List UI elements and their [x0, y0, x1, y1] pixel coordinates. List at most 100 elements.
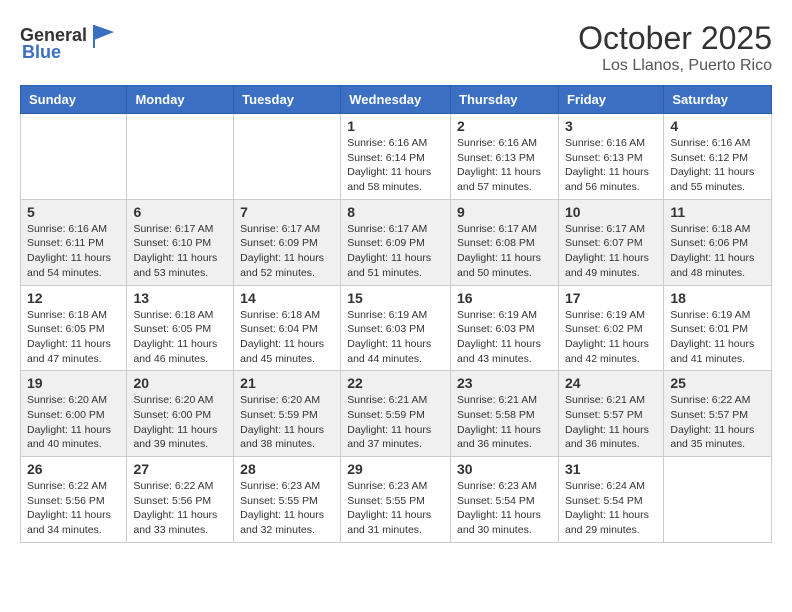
day-number: 12: [27, 290, 120, 306]
location-title: Los Llanos, Puerto Rico: [578, 57, 772, 75]
day-info: Sunrise: 6:17 AM Sunset: 6:07 PM Dayligh…: [565, 222, 657, 281]
weekday-header-friday: Friday: [558, 86, 663, 114]
day-info: Sunrise: 6:20 AM Sunset: 5:59 PM Dayligh…: [240, 393, 334, 452]
weekday-header-wednesday: Wednesday: [341, 86, 451, 114]
day-info: Sunrise: 6:19 AM Sunset: 6:02 PM Dayligh…: [565, 308, 657, 367]
calendar-day-cell: 1 Sunrise: 6:16 AM Sunset: 6:14 PM Daylig…: [341, 114, 451, 200]
day-info: Sunrise: 6:17 AM Sunset: 6:10 PM Dayligh…: [133, 222, 227, 281]
day-info: Sunrise: 6:24 AM Sunset: 5:54 PM Dayligh…: [565, 479, 657, 538]
day-number: 25: [670, 375, 765, 391]
calendar-day-cell: 19Sunrise: 6:20 AM Sunset: 6:00 PM Dayli…: [21, 371, 127, 457]
calendar-day-cell: 13 Sunrise: 6:18 AM Sunset: 6:05 PM Dayli…: [127, 285, 234, 371]
month-title: October 2025: [578, 20, 772, 57]
day-info: Sunrise: 6:19 AM Sunset: 6:01 PM Dayligh…: [670, 308, 765, 367]
calendar-day-cell: 15 Sunrise: 6:19 AM Sunset: 6:03 PM Dayli…: [341, 285, 451, 371]
title-section: October 2025 Los Llanos, Puerto Rico: [578, 20, 772, 75]
page-header: General Blue October 2025 Los Llanos, Pu…: [20, 20, 772, 75]
calendar-day-cell: 31 Sunrise: 6:24 AM Sunset: 5:54 PM Dayli…: [558, 457, 663, 543]
calendar-day-cell: 9 Sunrise: 6:17 AM Sunset: 6:08 PM Daylig…: [451, 199, 559, 285]
day-number: 30: [457, 461, 552, 477]
day-info: Sunrise: 6:20 AM Sunset: 6:00 PM Dayligh…: [27, 393, 120, 452]
day-info: Sunrise: 6:18 AM Sunset: 6:05 PM Dayligh…: [27, 308, 120, 367]
weekday-header-thursday: Thursday: [451, 86, 559, 114]
day-info: Sunrise: 6:22 AM Sunset: 5:56 PM Dayligh…: [27, 479, 120, 538]
calendar-day-cell: 18 Sunrise: 6:19 AM Sunset: 6:01 PM Dayli…: [664, 285, 772, 371]
day-info: Sunrise: 6:16 AM Sunset: 6:13 PM Dayligh…: [457, 136, 552, 195]
day-info: Sunrise: 6:18 AM Sunset: 6:06 PM Dayligh…: [670, 222, 765, 281]
day-info: Sunrise: 6:21 AM Sunset: 5:57 PM Dayligh…: [565, 393, 657, 452]
day-number: 1: [347, 118, 444, 134]
calendar-day-cell: 30Sunrise: 6:23 AM Sunset: 5:54 PM Dayli…: [451, 457, 559, 543]
calendar-day-cell: 28 Sunrise: 6:23 AM Sunset: 5:55 PM Dayli…: [234, 457, 341, 543]
day-info: Sunrise: 6:21 AM Sunset: 5:59 PM Dayligh…: [347, 393, 444, 452]
calendar-day-cell: 11Sunrise: 6:18 AM Sunset: 6:06 PM Dayli…: [664, 199, 772, 285]
calendar-week-row: 5 Sunrise: 6:16 AM Sunset: 6:11 PM Daylig…: [21, 199, 772, 285]
calendar-day-cell: 3Sunrise: 6:16 AM Sunset: 6:13 PM Daylig…: [558, 114, 663, 200]
calendar-day-cell: 7Sunrise: 6:17 AM Sunset: 6:09 PM Daylig…: [234, 199, 341, 285]
day-info: Sunrise: 6:17 AM Sunset: 6:08 PM Dayligh…: [457, 222, 552, 281]
day-number: 26: [27, 461, 120, 477]
day-info: Sunrise: 6:18 AM Sunset: 6:05 PM Dayligh…: [133, 308, 227, 367]
day-number: 23: [457, 375, 552, 391]
day-info: Sunrise: 6:19 AM Sunset: 6:03 PM Dayligh…: [457, 308, 552, 367]
day-number: 6: [133, 204, 227, 220]
day-number: 17: [565, 290, 657, 306]
calendar-week-row: 1 Sunrise: 6:16 AM Sunset: 6:14 PM Daylig…: [21, 114, 772, 200]
day-info: Sunrise: 6:17 AM Sunset: 6:09 PM Dayligh…: [240, 222, 334, 281]
day-number: 15: [347, 290, 444, 306]
day-info: Sunrise: 6:22 AM Sunset: 5:57 PM Dayligh…: [670, 393, 765, 452]
calendar-day-cell: 12 Sunrise: 6:18 AM Sunset: 6:05 PM Dayli…: [21, 285, 127, 371]
calendar-day-cell: 20 Sunrise: 6:20 AM Sunset: 6:00 PM Dayli…: [127, 371, 234, 457]
day-number: 18: [670, 290, 765, 306]
logo-flag-icon: [89, 20, 119, 50]
day-info: Sunrise: 6:16 AM Sunset: 6:11 PM Dayligh…: [27, 222, 120, 281]
logo: General Blue: [20, 20, 119, 63]
day-info: Sunrise: 6:21 AM Sunset: 5:58 PM Dayligh…: [457, 393, 552, 452]
calendar-day-cell: 16 Sunrise: 6:19 AM Sunset: 6:03 PM Dayli…: [451, 285, 559, 371]
day-info: Sunrise: 6:22 AM Sunset: 5:56 PM Dayligh…: [133, 479, 227, 538]
weekday-header-sunday: Sunday: [21, 86, 127, 114]
calendar-day-cell: 26 Sunrise: 6:22 AM Sunset: 5:56 PM Dayli…: [21, 457, 127, 543]
calendar-day-cell: 4 Sunrise: 6:16 AM Sunset: 6:12 PM Daylig…: [664, 114, 772, 200]
calendar-day-cell: 8 Sunrise: 6:17 AM Sunset: 6:09 PM Daylig…: [341, 199, 451, 285]
calendar-table: SundayMondayTuesdayWednesdayThursdayFrid…: [20, 85, 772, 543]
day-info: Sunrise: 6:23 AM Sunset: 5:55 PM Dayligh…: [347, 479, 444, 538]
day-number: 22: [347, 375, 444, 391]
calendar-day-cell: 27 Sunrise: 6:22 AM Sunset: 5:56 PM Dayli…: [127, 457, 234, 543]
calendar-day-cell: [234, 114, 341, 200]
day-number: 8: [347, 204, 444, 220]
calendar-day-cell: 17 Sunrise: 6:19 AM Sunset: 6:02 PM Dayli…: [558, 285, 663, 371]
day-info: Sunrise: 6:17 AM Sunset: 6:09 PM Dayligh…: [347, 222, 444, 281]
calendar-day-cell: 29 Sunrise: 6:23 AM Sunset: 5:55 PM Dayli…: [341, 457, 451, 543]
calendar-week-row: 12 Sunrise: 6:18 AM Sunset: 6:05 PM Dayli…: [21, 285, 772, 371]
day-number: 28: [240, 461, 334, 477]
calendar-day-cell: 25 Sunrise: 6:22 AM Sunset: 5:57 PM Dayli…: [664, 371, 772, 457]
day-number: 20: [133, 375, 227, 391]
calendar-day-cell: 2Sunrise: 6:16 AM Sunset: 6:13 PM Daylig…: [451, 114, 559, 200]
calendar-day-cell: 23 Sunrise: 6:21 AM Sunset: 5:58 PM Dayli…: [451, 371, 559, 457]
weekday-header-monday: Monday: [127, 86, 234, 114]
day-info: Sunrise: 6:16 AM Sunset: 6:12 PM Dayligh…: [670, 136, 765, 195]
calendar-day-cell: 14Sunrise: 6:18 AM Sunset: 6:04 PM Dayli…: [234, 285, 341, 371]
day-number: 10: [565, 204, 657, 220]
calendar-day-cell: 10 Sunrise: 6:17 AM Sunset: 6:07 PM Dayli…: [558, 199, 663, 285]
day-number: 13: [133, 290, 227, 306]
calendar-day-cell: [664, 457, 772, 543]
day-number: 16: [457, 290, 552, 306]
day-info: Sunrise: 6:19 AM Sunset: 6:03 PM Dayligh…: [347, 308, 444, 367]
day-info: Sunrise: 6:16 AM Sunset: 6:13 PM Dayligh…: [565, 136, 657, 195]
day-number: 4: [670, 118, 765, 134]
day-number: 29: [347, 461, 444, 477]
day-info: Sunrise: 6:16 AM Sunset: 6:14 PM Dayligh…: [347, 136, 444, 195]
day-number: 31: [565, 461, 657, 477]
day-number: 9: [457, 204, 552, 220]
calendar-day-cell: 5 Sunrise: 6:16 AM Sunset: 6:11 PM Daylig…: [21, 199, 127, 285]
calendar-week-row: 19Sunrise: 6:20 AM Sunset: 6:00 PM Dayli…: [21, 371, 772, 457]
calendar-day-cell: 21Sunrise: 6:20 AM Sunset: 5:59 PM Dayli…: [234, 371, 341, 457]
day-info: Sunrise: 6:20 AM Sunset: 6:00 PM Dayligh…: [133, 393, 227, 452]
weekday-header-tuesday: Tuesday: [234, 86, 341, 114]
day-number: 27: [133, 461, 227, 477]
day-number: 5: [27, 204, 120, 220]
day-info: Sunrise: 6:23 AM Sunset: 5:55 PM Dayligh…: [240, 479, 334, 538]
calendar-day-cell: 22 Sunrise: 6:21 AM Sunset: 5:59 PM Dayli…: [341, 371, 451, 457]
